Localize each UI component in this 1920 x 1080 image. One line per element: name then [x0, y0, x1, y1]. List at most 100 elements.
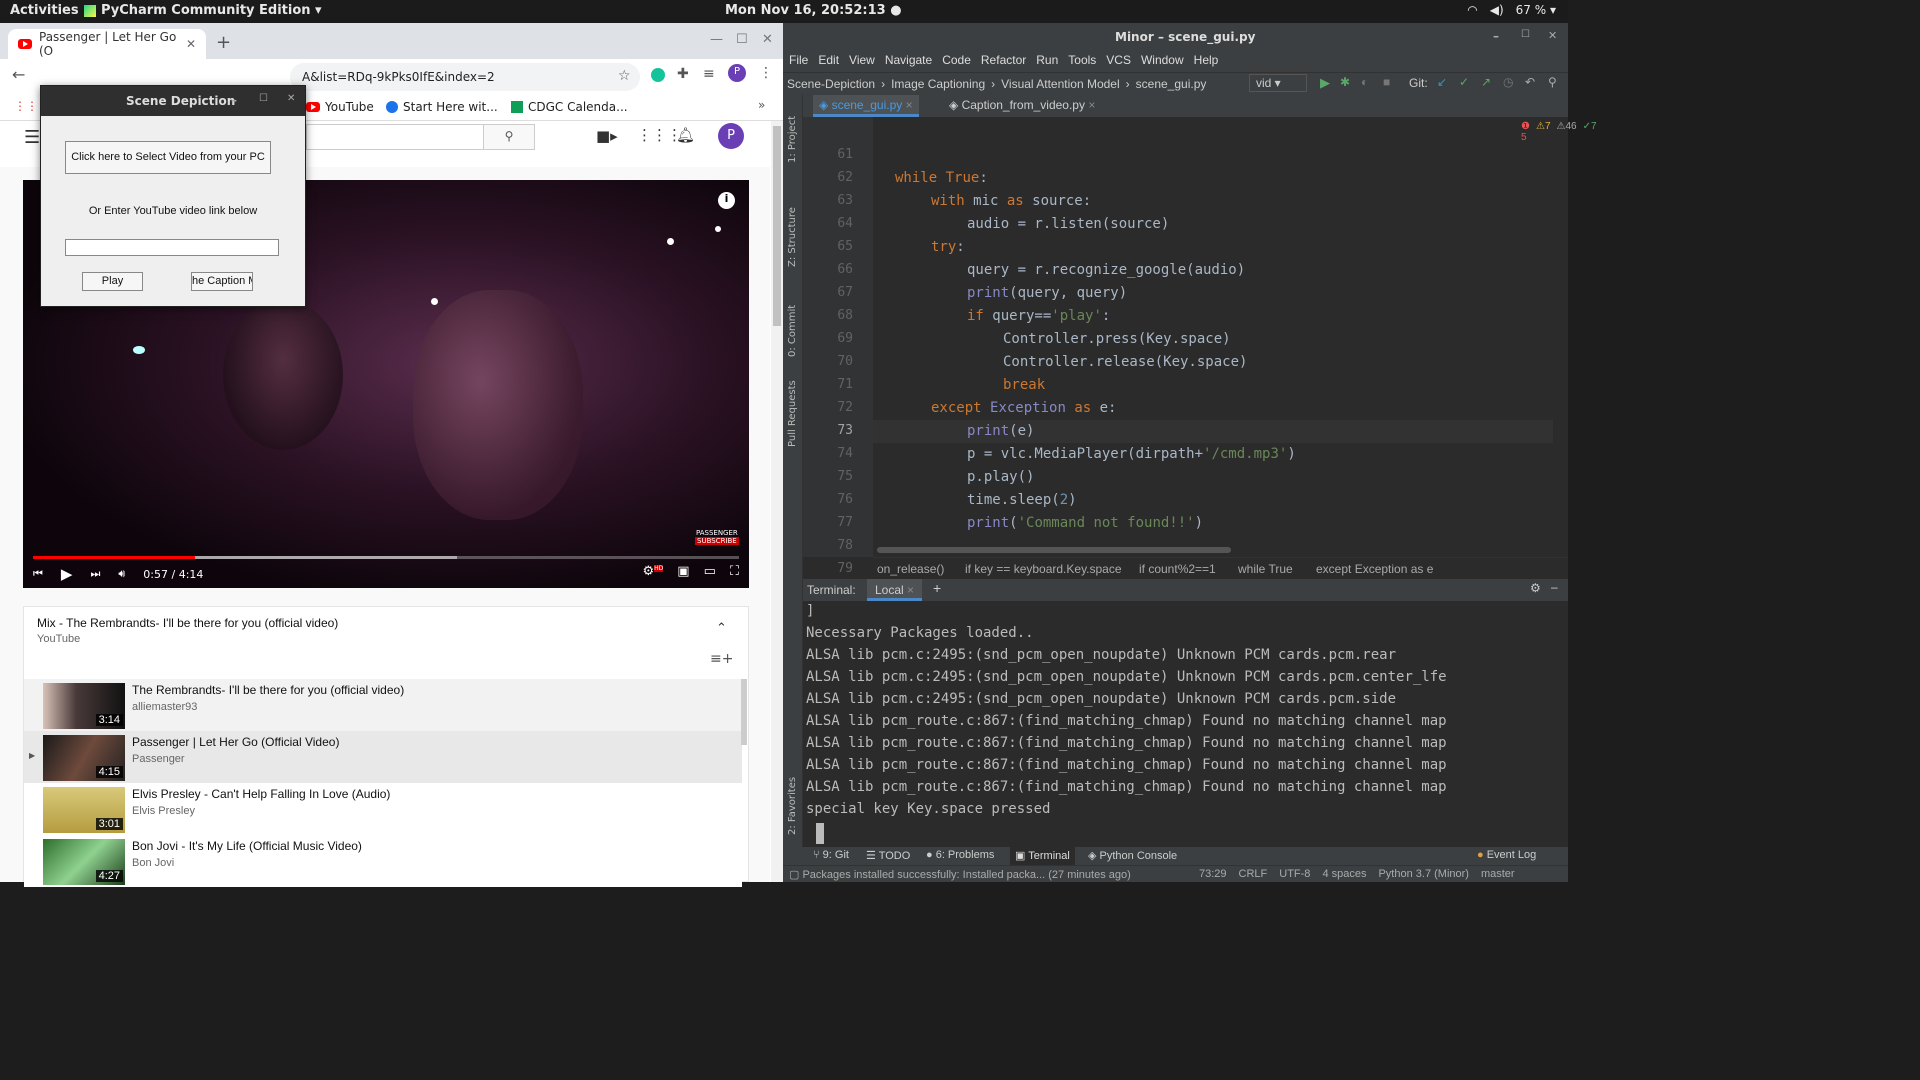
python-console-tool-button[interactable]: ◈ Python Console [1088, 849, 1177, 862]
close-icon[interactable]: ✕ [762, 32, 773, 47]
clock[interactable]: Mon Nov 16, 20:52:13 ● [725, 3, 902, 18]
code-breadcrumb-item[interactable]: on_release() [877, 562, 944, 576]
playlist-item[interactable]: 3:14 The Rembrandts- I'll be there for y… [24, 679, 742, 731]
status-indicator[interactable]: UTF-8 [1279, 868, 1310, 880]
status-indicators[interactable]: 73:29 CRLF UTF-8 4 spaces Python 3.7 (Minor)… [1199, 868, 1515, 880]
playlist-item-current[interactable]: ▶ 4:15 Passenger | Let Her Go (Official … [24, 731, 742, 783]
bookmark-start-here[interactable]: Start Here wit... [386, 100, 498, 114]
save-playlist-icon[interactable]: ≡+ [710, 651, 733, 667]
more-bookmarks-icon[interactable]: » [758, 98, 765, 112]
settings-gear-icon[interactable]: ⚙HD [643, 564, 664, 579]
star-icon[interactable]: ☆ [618, 68, 631, 84]
collapse-chevron-icon[interactable]: ⌃ [716, 621, 727, 636]
code-editor[interactable]: ❶ 5 ⚠7 ⚠46 ✓7 while True: with mic as so… [873, 117, 1597, 557]
git-tool-button[interactable]: ⑂ 9: Git [813, 849, 849, 861]
breadcrumb-item[interactable]: scene_gui.py [1136, 77, 1207, 91]
menu-item-help[interactable]: Help [1194, 53, 1219, 72]
create-video-icon[interactable]: ■▸ [596, 127, 618, 145]
dialog-titlebar[interactable]: Scene Depiction – ☐ ✕ [41, 86, 305, 116]
playlist-item[interactable]: 3:01 Elvis Presley - Can't Help Falling … [24, 783, 742, 835]
status-indicator[interactable]: Python 3.7 (Minor) [1378, 868, 1468, 880]
maximize-icon[interactable]: ☐ [736, 32, 748, 47]
playlist-scrollbar[interactable] [741, 679, 747, 745]
miniplayer-icon[interactable]: ▣ [677, 564, 689, 579]
stop-icon[interactable]: ■ [1383, 75, 1390, 89]
menu-item-refactor[interactable]: Refactor [981, 53, 1026, 72]
new-terminal-icon[interactable]: + [933, 580, 941, 596]
fullscreen-icon[interactable]: ⛶ [730, 564, 739, 579]
menu-item-edit[interactable]: Edit [818, 53, 839, 72]
menu-item-view[interactable]: View [849, 53, 875, 72]
maximize-icon[interactable]: ☐ [259, 93, 268, 104]
tab-caption-from-video[interactable]: ◈ Caption_from_video.py × [943, 95, 1101, 117]
close-icon[interactable]: ✕ [287, 93, 295, 104]
apps-grid-icon[interactable]: ⋮⋮ [14, 99, 38, 113]
settings-gear-icon[interactable]: ⚙ [1530, 581, 1541, 595]
code-breadcrumb-item[interactable]: if count%2==1 [1139, 562, 1216, 576]
close-tab-icon[interactable]: × [907, 583, 914, 597]
horizontal-scrollbar[interactable] [877, 547, 1231, 553]
event-log-button[interactable]: ● Event Log [1477, 849, 1536, 861]
close-tab-icon[interactable]: × [1088, 98, 1095, 112]
run-icon[interactable]: ▶ [1320, 75, 1330, 91]
youtube-link-input[interactable] [65, 239, 279, 256]
scrollbar-thumb[interactable] [773, 126, 781, 326]
menu-item-vcs[interactable]: VCS [1106, 53, 1131, 72]
play-icon[interactable]: ▶︎ [61, 565, 73, 583]
select-video-button[interactable]: Click here to Select Video from your PC [65, 141, 271, 174]
menu-item-tools[interactable]: Tools [1068, 53, 1096, 72]
info-icon[interactable]: i [718, 192, 735, 209]
rollback-icon[interactable]: ↶ [1525, 75, 1535, 89]
grammarly-extension-icon[interactable] [651, 68, 665, 82]
notifications-bell-icon[interactable]: 🔔︎ [676, 126, 695, 144]
system-tray[interactable]: ◠ ◀) 67 % ▾ [1467, 3, 1556, 17]
bookmark-cdgc[interactable]: CDGC Calenda... [511, 100, 628, 114]
path-breadcrumb[interactable]: Scene-Depiction › Image Captioning › Visual … [787, 77, 1206, 91]
close-tab-icon[interactable]: ✕ [186, 37, 196, 51]
playlist-item[interactable]: 4:27 Bon Jovi - It's My Life (Official M… [24, 835, 742, 887]
terminal-tool-button[interactable]: ▣ Terminal [1010, 847, 1075, 865]
breadcrumb-item[interactable]: Image Captioning [891, 77, 985, 91]
theater-mode-icon[interactable]: ▭ [704, 564, 716, 579]
breadcrumb-item[interactable]: Visual Attention Model [1001, 77, 1120, 91]
new-tab-icon[interactable]: + [216, 32, 231, 53]
code-breadcrumb-item[interactable]: except Exception as e [1316, 562, 1433, 576]
play-button[interactable]: Play [82, 272, 143, 291]
close-tab-icon[interactable]: × [906, 98, 913, 112]
debug-icon[interactable]: ✱ [1340, 75, 1350, 89]
activities-button[interactable]: Activities [10, 3, 79, 18]
todo-tool-button[interactable]: ☰ TODO [866, 849, 910, 862]
git-push-icon[interactable]: ↗ [1481, 75, 1491, 89]
minimize-icon[interactable]: – [1493, 29, 1499, 43]
commit-tool-tab[interactable]: 0: Commit [787, 305, 798, 357]
previous-icon[interactable]: ⏮︎ [33, 567, 43, 581]
inspection-widget[interactable]: ❶ 5 ⚠7 ⚠46 ✓7 [1521, 121, 1597, 143]
status-indicator[interactable]: CRLF [1239, 868, 1268, 880]
search-icon[interactable]: ⚲ [483, 124, 535, 150]
bookmark-youtube[interactable]: YouTube [306, 100, 374, 114]
status-indicator[interactable]: master [1481, 868, 1515, 880]
browser-tab[interactable]: Passenger | Let Her Go (O ✕ [8, 29, 206, 59]
close-icon[interactable]: ✕ [1548, 29, 1557, 42]
menu-item-run[interactable]: Run [1036, 53, 1058, 72]
menu-item-file[interactable]: File [789, 53, 808, 72]
back-icon[interactable]: ← [12, 65, 25, 84]
progress-bar[interactable] [33, 556, 739, 559]
menu-item-window[interactable]: Window [1141, 53, 1184, 72]
profile-avatar[interactable]: P [718, 123, 744, 149]
status-message[interactable]: ▢ Packages installed successfully: Insta… [789, 868, 1131, 881]
pycharm-titlebar[interactable]: Minor – scene_gui.py – ☐ ✕ [783, 23, 1568, 50]
hide-panel-icon[interactable]: – [1551, 580, 1558, 594]
menu-item-code[interactable]: Code [942, 53, 971, 72]
next-icon[interactable]: ⏭︎ [90, 567, 100, 581]
git-update-icon[interactable]: ↙ [1437, 75, 1447, 89]
media-control-icon[interactable]: ≡ [703, 66, 715, 82]
favorites-tool-tab[interactable]: 2: Favorites [787, 777, 798, 835]
channel-watermark[interactable]: PASSENGER SUBSCRIBE [695, 529, 739, 545]
history-icon[interactable]: ◷ [1503, 75, 1513, 89]
problems-tool-button[interactable]: ● 6: Problems [926, 849, 994, 861]
hamburger-menu-icon[interactable]: ☰ [24, 127, 40, 148]
caption-button[interactable]: he Caption M [191, 272, 253, 291]
playlist-title[interactable]: Mix - The Rembrandts- I'll be there for … [37, 616, 338, 630]
url-bar[interactable]: A&list=RDq-9kPks0IfE&index=2 [290, 63, 640, 91]
